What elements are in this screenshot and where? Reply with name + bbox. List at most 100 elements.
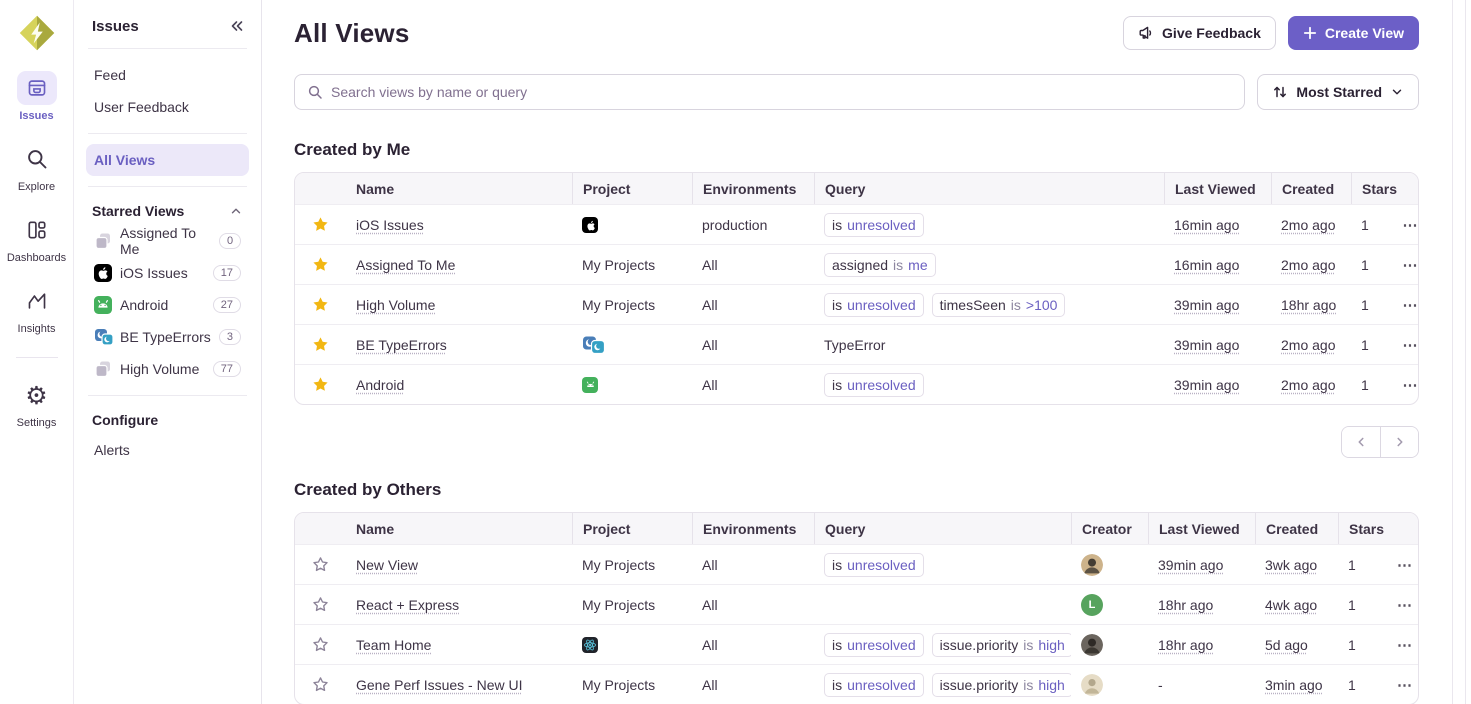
starred-views-header[interactable]: Starred Views bbox=[86, 197, 249, 225]
view-name-link[interactable]: React + Express bbox=[356, 597, 459, 613]
row-menu-button[interactable]: ⋯ bbox=[1393, 585, 1418, 624]
row-menu-button[interactable]: ⋯ bbox=[1401, 245, 1419, 284]
stars-count-cell: 1 bbox=[1351, 245, 1401, 284]
view-name-link[interactable]: Team Home bbox=[356, 637, 431, 653]
column-header-stars: Stars bbox=[1338, 513, 1393, 544]
previous-page-button[interactable] bbox=[1342, 427, 1380, 457]
created-cell: 5d ago bbox=[1265, 637, 1308, 653]
starred-view-high-volume[interactable]: High Volume 77 bbox=[86, 353, 249, 385]
sort-dropdown[interactable]: Most Starred bbox=[1257, 74, 1419, 110]
stars-count-cell: 1 bbox=[1351, 325, 1401, 364]
view-name-link[interactable]: iOS Issues bbox=[356, 217, 424, 233]
column-header-menu-spacer bbox=[1401, 173, 1419, 204]
view-name-link[interactable]: New View bbox=[356, 557, 418, 573]
section-title-created-by-others: Created by Others bbox=[294, 480, 1419, 500]
row-menu-button[interactable]: ⋯ bbox=[1401, 365, 1419, 404]
query-op: is bbox=[893, 256, 903, 274]
views-search[interactable] bbox=[294, 74, 1245, 110]
row-menu-button[interactable]: ⋯ bbox=[1401, 285, 1419, 324]
created-cell: 4wk ago bbox=[1265, 597, 1317, 613]
star-button[interactable] bbox=[295, 285, 346, 324]
creator-avatar bbox=[1081, 634, 1103, 656]
give-feedback-label: Give Feedback bbox=[1162, 25, 1261, 41]
rail-item-explore[interactable]: Explore bbox=[5, 142, 69, 193]
created-by-me-table: Name Project Environments Query Last Vie… bbox=[294, 172, 1419, 405]
main-content: All Views Give Feedback Create View bbox=[262, 0, 1452, 704]
star-button[interactable] bbox=[295, 205, 346, 244]
sentry-logo[interactable] bbox=[17, 13, 57, 53]
view-name-link[interactable]: Gene Perf Issues - New UI bbox=[356, 677, 523, 693]
column-header-name: Name bbox=[346, 173, 572, 204]
starred-view-label: Android bbox=[120, 297, 168, 313]
view-name-link[interactable]: High Volume bbox=[356, 297, 435, 313]
table-row: Gene Perf Issues - New UI My Projects Al… bbox=[295, 664, 1418, 704]
star-button[interactable] bbox=[295, 585, 346, 624]
star-button[interactable] bbox=[295, 665, 346, 704]
query-chip: is unresolved bbox=[824, 553, 924, 577]
query-key: is bbox=[832, 296, 842, 314]
star-button[interactable] bbox=[295, 365, 346, 404]
query-cell: is unresolved issue.priority is high bbox=[814, 665, 1071, 704]
environments-cell: All bbox=[692, 285, 814, 324]
rail-item-settings[interactable]: ⚙ Settings bbox=[5, 378, 69, 429]
row-menu-button[interactable]: ⋯ bbox=[1393, 625, 1418, 664]
star-button[interactable] bbox=[295, 325, 346, 364]
view-name-link[interactable]: BE TypeErrors bbox=[356, 337, 447, 353]
query-op: is bbox=[1023, 636, 1033, 654]
query-chip: timesSeen is >100 bbox=[932, 293, 1066, 317]
collapse-sidebar-button[interactable] bbox=[229, 18, 245, 34]
rail-item-issues[interactable]: Issues bbox=[5, 71, 69, 122]
column-header-query: Query bbox=[814, 513, 1071, 544]
divider bbox=[88, 133, 247, 134]
star-outline-icon bbox=[312, 556, 329, 573]
starred-view-android[interactable]: Android 27 bbox=[86, 289, 249, 321]
header-star-spacer bbox=[295, 173, 346, 204]
sidebar-item-feed[interactable]: Feed bbox=[86, 59, 249, 91]
table-row: High Volume My Projects All is unresolve… bbox=[295, 284, 1418, 324]
search-input[interactable] bbox=[331, 84, 1232, 100]
starred-view-ios-issues[interactable]: iOS Issues 17 bbox=[86, 257, 249, 289]
android-icon bbox=[94, 296, 112, 314]
page-title: All Views bbox=[294, 18, 410, 49]
query-key: is bbox=[832, 676, 842, 694]
query-value: unresolved bbox=[847, 556, 916, 574]
row-menu-button[interactable]: ⋯ bbox=[1393, 665, 1418, 704]
chevron-up-icon bbox=[229, 204, 243, 218]
star-button[interactable] bbox=[295, 545, 346, 584]
divider bbox=[88, 48, 247, 49]
query-value: >100 bbox=[1026, 296, 1058, 314]
sidebar-item-alerts[interactable]: Alerts bbox=[86, 434, 249, 466]
starred-view-be-typeerrors[interactable]: BE TypeErrors 3 bbox=[86, 321, 249, 353]
table-row: React + Express My Projects All L 18hr a… bbox=[295, 584, 1418, 624]
row-menu-button[interactable]: ⋯ bbox=[1393, 545, 1418, 584]
creator-avatar bbox=[1081, 554, 1103, 576]
sort-label: Most Starred bbox=[1296, 84, 1382, 100]
star-button[interactable] bbox=[295, 625, 346, 664]
sidebar-item-all-views[interactable]: All Views bbox=[86, 144, 249, 176]
create-view-button[interactable]: Create View bbox=[1288, 16, 1419, 50]
give-feedback-button[interactable]: Give Feedback bbox=[1123, 16, 1276, 50]
query-key: assigned bbox=[832, 256, 888, 274]
created-cell: 2mo ago bbox=[1281, 377, 1335, 393]
row-menu-button[interactable]: ⋯ bbox=[1401, 205, 1419, 244]
star-button[interactable] bbox=[295, 245, 346, 284]
starred-view-label: Assigned To Me bbox=[120, 225, 211, 257]
divider bbox=[88, 395, 247, 396]
view-name-link[interactable]: Android bbox=[356, 377, 404, 393]
rail-item-dashboards[interactable]: Dashboards bbox=[5, 213, 69, 264]
query-key: is bbox=[832, 636, 842, 654]
sidebar-item-user-feedback[interactable]: User Feedback bbox=[86, 91, 249, 123]
react-project-icon bbox=[582, 637, 598, 653]
rail-item-insights[interactable]: Insights bbox=[5, 284, 69, 335]
divider bbox=[88, 186, 247, 187]
view-name-link[interactable]: Assigned To Me bbox=[356, 257, 455, 273]
rail-label: Settings bbox=[17, 417, 57, 429]
row-menu-button[interactable]: ⋯ bbox=[1401, 325, 1419, 364]
star-filled-icon bbox=[312, 256, 329, 273]
project-icons-pair bbox=[582, 336, 606, 354]
column-header-query: Query bbox=[814, 173, 1164, 204]
starred-view-assigned-to-me[interactable]: Assigned To Me 0 bbox=[86, 225, 249, 257]
query-value: unresolved bbox=[847, 676, 916, 694]
vertical-scrollbar[interactable] bbox=[1452, 0, 1466, 704]
next-page-button[interactable] bbox=[1380, 427, 1418, 457]
